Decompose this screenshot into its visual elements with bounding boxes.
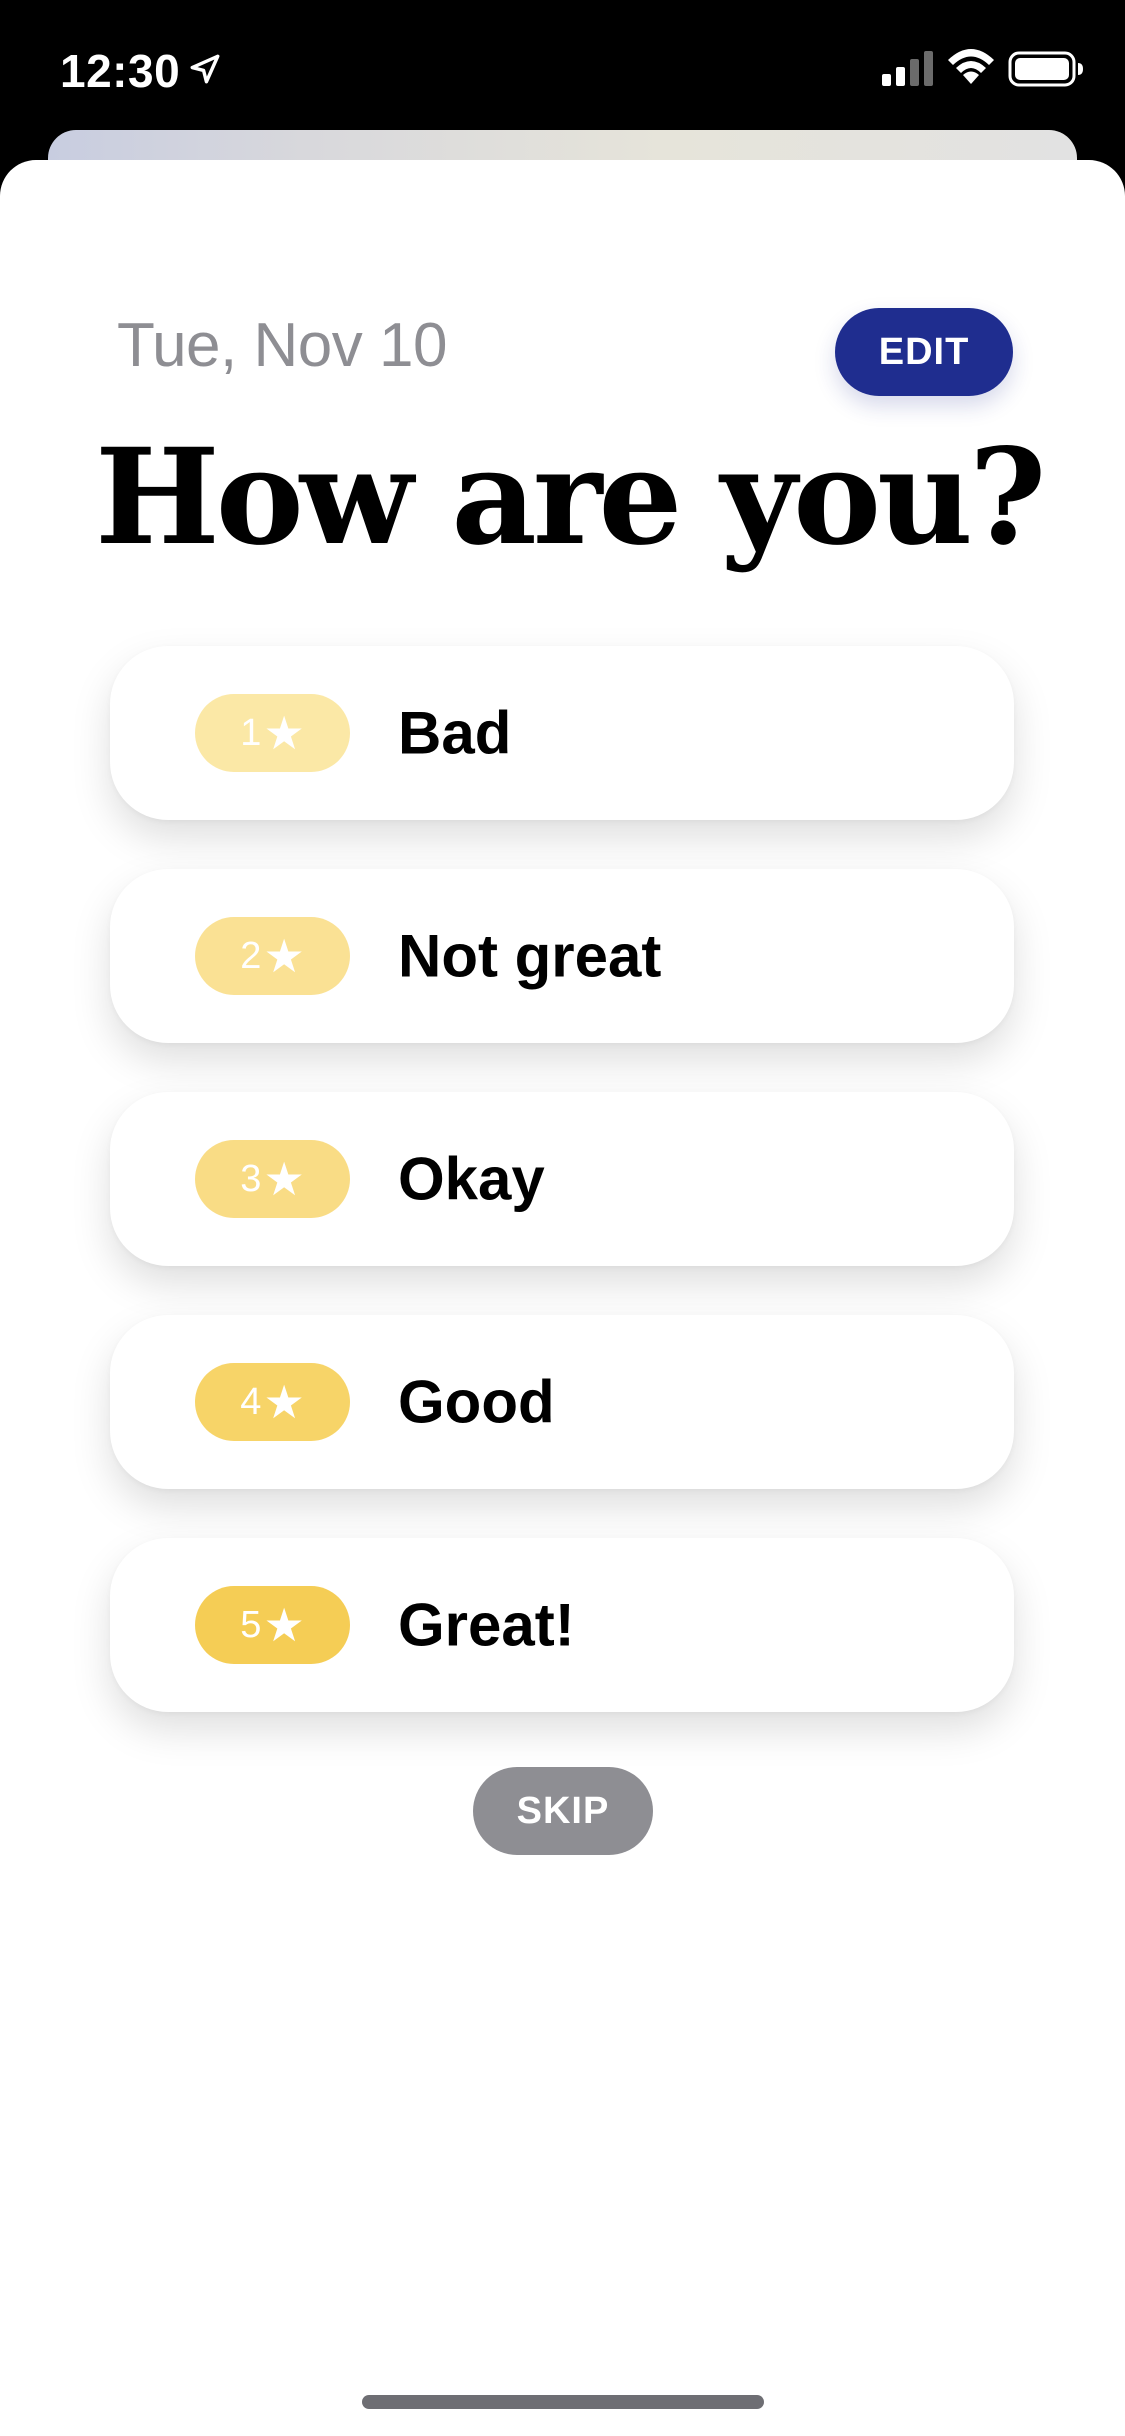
rating-option-great[interactable]: 5 ★ Great! — [110, 1538, 1014, 1712]
battery-icon — [1008, 51, 1083, 87]
rating-label: Bad — [398, 699, 512, 767]
edit-button[interactable]: EDIT — [835, 308, 1013, 396]
status-time: 12:30 — [60, 45, 181, 97]
star-count: 5 — [240, 1603, 262, 1646]
screen: 12:30 Tue, Nov 10 EDIT How are you? 1 ★ … — [0, 0, 1125, 2436]
wifi-icon — [948, 49, 994, 84]
rating-options-list: 1 ★ Bad 2 ★ Not great 3 ★ Okay 4 ★ Good … — [110, 646, 1014, 1761]
rating-label: Good — [398, 1368, 555, 1436]
star-badge: 2 ★ — [195, 917, 350, 995]
star-icon: ★ — [263, 1598, 305, 1652]
rating-option-good[interactable]: 4 ★ Good — [110, 1315, 1014, 1489]
rating-label: Okay — [398, 1145, 545, 1213]
star-badge: 1 ★ — [195, 694, 350, 772]
cellular-signal-icon — [882, 51, 933, 86]
star-count: 4 — [240, 1380, 262, 1423]
star-badge: 3 ★ — [195, 1140, 350, 1218]
location-arrow-icon — [190, 54, 220, 84]
status-bar: 12:30 — [0, 0, 1125, 140]
star-badge: 5 ★ — [195, 1586, 350, 1664]
star-icon: ★ — [263, 929, 305, 983]
rating-option-okay[interactable]: 3 ★ Okay — [110, 1092, 1014, 1266]
skip-button[interactable]: SKIP — [473, 1767, 653, 1855]
star-icon: ★ — [263, 1375, 305, 1429]
rating-option-bad[interactable]: 1 ★ Bad — [110, 646, 1014, 820]
page-title: How are you? — [95, 420, 1046, 575]
date-label: Tue, Nov 10 — [117, 311, 447, 380]
rating-option-not-great[interactable]: 2 ★ Not great — [110, 869, 1014, 1043]
star-icon: ★ — [263, 1152, 305, 1206]
mood-check-in-sheet: Tue, Nov 10 EDIT How are you? 1 ★ Bad 2 … — [0, 160, 1125, 2436]
star-count: 3 — [240, 1157, 262, 1200]
star-icon: ★ — [263, 706, 305, 760]
star-count: 1 — [240, 711, 262, 754]
star-badge: 4 ★ — [195, 1363, 350, 1441]
rating-label: Great! — [398, 1591, 575, 1659]
star-count: 2 — [240, 934, 262, 977]
rating-label: Not great — [398, 922, 662, 990]
home-indicator[interactable] — [362, 2395, 764, 2409]
